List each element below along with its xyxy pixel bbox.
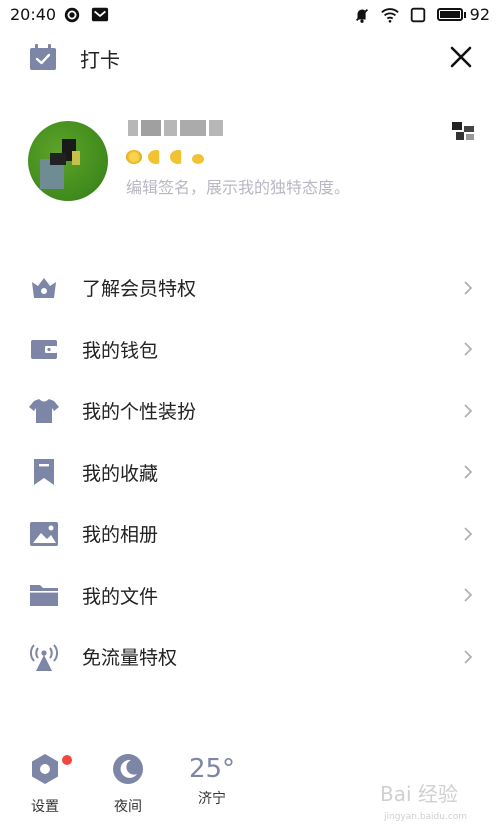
- settings-button[interactable]: 设置: [28, 752, 72, 816]
- sun-badge-icon: [126, 150, 142, 164]
- battery-level: 92: [469, 5, 490, 24]
- qr-code-icon[interactable]: [452, 120, 476, 142]
- menu-item-label: 我的钱包: [82, 339, 159, 362]
- wallet-icon: [31, 340, 57, 360]
- drawer-menu: 了解会员特权 我的钱包 我的个性装扮 我的收藏 我的相册 我的文件 免流量特权: [0, 257, 500, 688]
- settings-label: 设置: [31, 799, 59, 815]
- menu-item-favorites[interactable]: 我的收藏: [0, 442, 500, 504]
- menu-item-wallet[interactable]: 我的钱包: [0, 319, 500, 381]
- checkin-label[interactable]: 打卡: [80, 44, 120, 73]
- folder-icon: [30, 585, 58, 607]
- status-left-icons: [63, 6, 109, 24]
- status-right-icons: 92: [353, 5, 490, 24]
- wifi-icon: [380, 7, 399, 23]
- chevron-right-icon: [464, 281, 473, 295]
- watermark-text: Bai 经验: [380, 782, 458, 806]
- menu-item-free-data[interactable]: 免流量特权: [0, 626, 500, 688]
- bookmark-icon: [34, 459, 54, 486]
- calendar-check-icon[interactable]: [28, 42, 58, 72]
- battery-indicator: 92: [436, 5, 490, 24]
- menu-item-label: 我的收藏: [82, 462, 159, 485]
- gear-icon: [32, 754, 58, 784]
- side-drawer: 20:40 92 打卡 编辑签名，展示我的独特态度。 了解会员特权 我的钱包 我…: [0, 0, 500, 833]
- screen-rotate-icon: [410, 7, 425, 22]
- chevron-right-icon: [464, 342, 473, 356]
- menu-item-files[interactable]: 我的文件: [0, 565, 500, 627]
- moon-badge-icon: [170, 150, 182, 164]
- status-time: 20:40: [10, 5, 57, 24]
- chevron-right-icon: [464, 404, 473, 418]
- close-icon[interactable]: [446, 42, 476, 72]
- mute-icon: [355, 8, 368, 23]
- nickname-pixelated[interactable]: [128, 120, 223, 140]
- level-badges[interactable]: [126, 150, 204, 164]
- sync-icon: [64, 7, 80, 23]
- menu-item-label: 了解会员特权: [82, 278, 197, 301]
- menu-item-label: 我的相册: [82, 524, 159, 547]
- weather-city: 济宁: [198, 791, 226, 807]
- signature-text[interactable]: 编辑签名，展示我的独特态度。: [126, 174, 350, 198]
- moon-badge-icon: [148, 150, 160, 164]
- chevron-right-icon: [464, 527, 473, 541]
- tshirt-icon: [29, 398, 59, 423]
- menu-item-label: 我的个性装扮: [82, 401, 197, 424]
- menu-item-vip-privileges[interactable]: 了解会员特权: [0, 257, 500, 319]
- message-icon: [91, 7, 109, 22]
- baidu-watermark: Bai 经验 jingyan.baidu.com: [380, 778, 500, 828]
- avatar[interactable]: [28, 121, 108, 201]
- status-bar: 20:40 92: [0, 0, 500, 30]
- drawer-header: 打卡: [0, 38, 500, 78]
- menu-item-personalization[interactable]: 我的个性装扮: [0, 380, 500, 442]
- star-badge-icon: [192, 154, 204, 164]
- menu-item-label: 我的文件: [82, 585, 159, 608]
- chevron-right-icon: [464, 465, 473, 479]
- night-label: 夜间: [114, 799, 142, 815]
- battery-icon: [436, 8, 463, 21]
- image-icon: [30, 521, 58, 546]
- notification-dot: [62, 755, 72, 765]
- weather-temperature: 25°: [188, 754, 236, 784]
- chevron-right-icon: [464, 588, 473, 602]
- moon-icon: [113, 754, 143, 784]
- menu-item-label: 免流量特权: [82, 647, 178, 670]
- weather-widget[interactable]: 25° 济宁: [188, 752, 236, 808]
- menu-item-album[interactable]: 我的相册: [0, 503, 500, 565]
- night-mode-button[interactable]: 夜间: [108, 752, 148, 816]
- chevron-right-icon: [464, 650, 473, 664]
- crown-icon: [32, 277, 56, 298]
- signal-tower-icon: [30, 644, 58, 671]
- watermark-url: jingyan.baidu.com: [384, 812, 468, 822]
